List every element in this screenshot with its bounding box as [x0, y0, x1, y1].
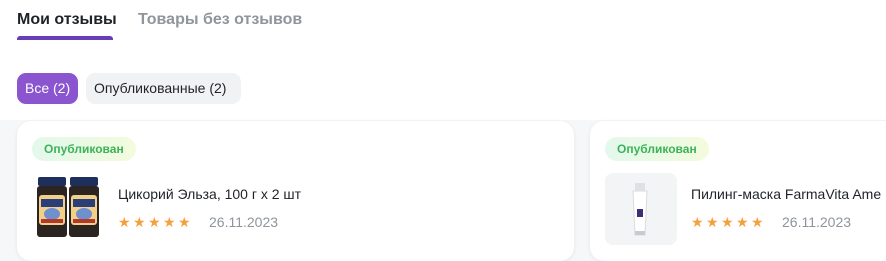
- product-image[interactable]: [32, 173, 104, 245]
- status-badge: Опубликован: [605, 137, 709, 161]
- star-icon: ★: [133, 214, 146, 230]
- review-card[interactable]: Опубликован Цикорий Эльза, 100 г х 2 шт …: [17, 121, 574, 261]
- chicory-jars-image: [32, 173, 104, 245]
- product-title[interactable]: Пилинг-маска FarmaVita Ame: [691, 185, 881, 203]
- star-icon: ★: [163, 214, 176, 230]
- star-icon: ★: [148, 214, 161, 230]
- peeling-mask-tube-image: [605, 173, 677, 245]
- star-icon: ★: [178, 214, 191, 230]
- star-icon: ★: [706, 214, 719, 230]
- review-card[interactable]: Опубликован Пилинг-маска FarmaVita Ame ★…: [590, 121, 886, 261]
- tab-products-without-reviews[interactable]: Товары без отзывов: [138, 10, 302, 30]
- review-date: 26.11.2023: [782, 214, 852, 230]
- product-title[interactable]: Цикорий Эльза, 100 г х 2 шт: [118, 185, 301, 203]
- filter-all-chip[interactable]: Все (2): [17, 73, 78, 104]
- rating-stars: ★ ★ ★ ★ ★: [118, 214, 193, 230]
- star-icon: ★: [691, 214, 704, 230]
- star-icon: ★: [736, 214, 749, 230]
- star-icon: ★: [751, 214, 764, 230]
- rating-stars: ★ ★ ★ ★ ★: [691, 214, 766, 230]
- star-icon: ★: [721, 214, 734, 230]
- review-date: 26.11.2023: [209, 214, 279, 230]
- active-tab-indicator: [17, 36, 113, 40]
- product-image[interactable]: [605, 173, 677, 245]
- tab-my-reviews[interactable]: Мои отзывы: [17, 10, 117, 30]
- star-icon: ★: [118, 214, 131, 230]
- filter-bar: Все (2) Опубликованные (2): [0, 41, 886, 120]
- tabs-bar: Мои отзывы Товары без отзывов: [0, 0, 886, 42]
- status-badge: Опубликован: [32, 137, 136, 161]
- filter-published-chip[interactable]: Опубликованные (2): [86, 73, 241, 104]
